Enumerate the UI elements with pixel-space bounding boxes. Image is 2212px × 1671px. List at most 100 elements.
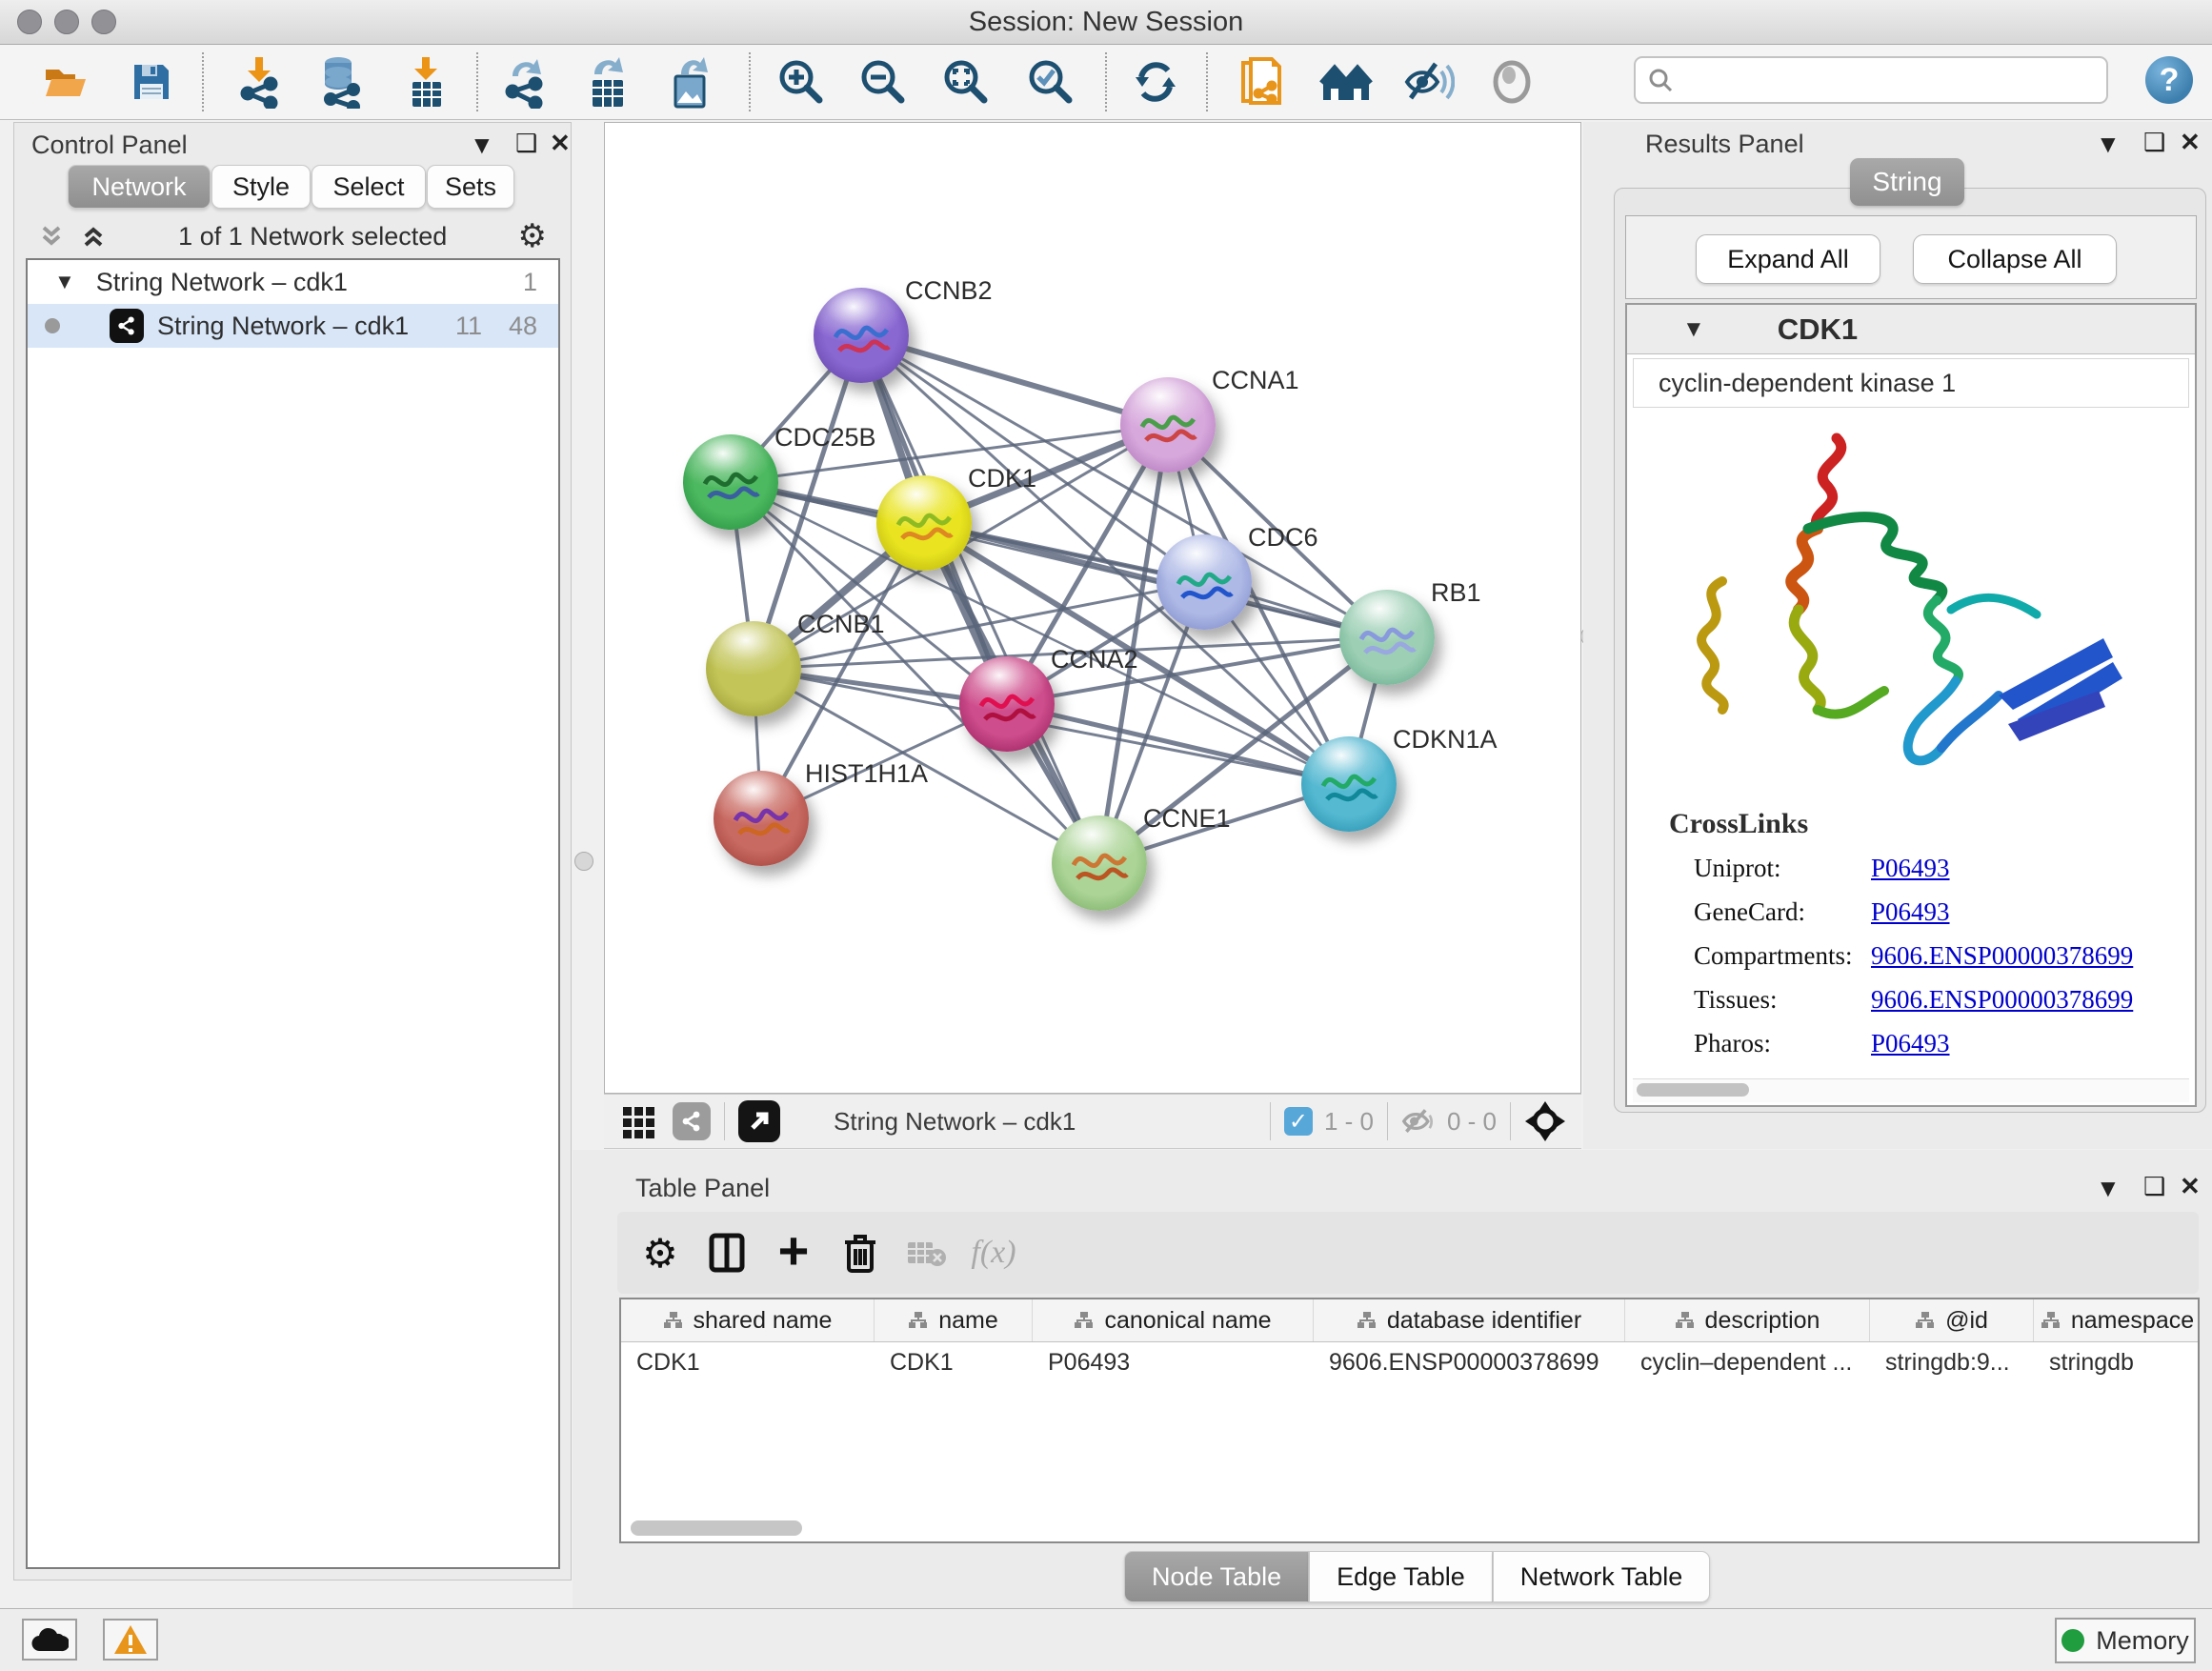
column-header-description[interactable]: description [1625,1299,1870,1341]
panel-menu-icon[interactable]: ▼ [470,131,494,160]
column-header-name[interactable]: name [875,1299,1033,1341]
table-cell[interactable]: CDK1 [621,1342,875,1382]
collapse-all-button[interactable]: Collapse All [1913,234,2117,284]
panel-menu-icon[interactable]: ▼ [2096,130,2121,159]
crosslink-compartments[interactable]: 9606.ENSP00000378699 [1871,941,2133,971]
export-image-icon[interactable] [663,54,718,110]
protein-card-header[interactable]: ▼ CDK1 [1627,305,2195,354]
function-builder-icon[interactable]: f(x) [960,1224,1027,1281]
column-header-shared-name[interactable]: shared name [621,1299,875,1341]
save-session-icon[interactable] [124,54,179,110]
column-header--id[interactable]: @id [1870,1299,2034,1341]
table-cell[interactable]: 9606.ENSP00000378699 [1314,1342,1625,1382]
column-header-database-identifier[interactable]: database identifier [1314,1299,1625,1341]
zoom-selected-icon[interactable] [1023,54,1078,110]
apply-layout-icon[interactable] [1128,54,1183,110]
table-cell[interactable]: stringdb [2034,1342,2200,1382]
panel-close-icon[interactable]: ✕ [550,129,571,158]
string-protein-query-icon[interactable] [1234,54,1289,110]
network-canvas[interactable]: CCNB2CCNA1CDC25BCDK1CDC6RB1CCNB1CCNA2CDK… [604,122,1581,1094]
birdseye-grid-icon[interactable] [621,1103,657,1139]
add-column-icon[interactable]: + [760,1221,827,1284]
highlight-eye-icon[interactable] [1484,54,1539,110]
selected-checkbox-icon[interactable]: ✓ [1284,1107,1313,1136]
collapse-triangle-icon[interactable]: ▼ [1682,316,1705,343]
network-node-cdk1[interactable] [876,475,972,571]
table-cell[interactable]: cyclin–dependent ... [1625,1342,1870,1382]
network-node-ccne1[interactable] [1052,815,1147,911]
expand-all-button[interactable]: Expand All [1696,234,1880,284]
scrollbar-handle[interactable] [631,1520,802,1536]
tab-network-table[interactable]: Network Table [1493,1551,1711,1602]
network-row-selected[interactable]: String Network – cdk1 11 48 [28,304,558,348]
hidden-eye-icon[interactable] [1401,1106,1436,1137]
table-row[interactable]: CDK1CDK1P064939606.ENSP00000378699cyclin… [621,1342,2198,1382]
table-cell[interactable]: stringdb:9... [1870,1342,2034,1382]
network-node-cdc25b[interactable] [683,434,778,530]
tab-string[interactable]: String [1850,158,1964,206]
cloud-button[interactable] [22,1619,77,1661]
import-table-icon[interactable] [398,54,453,110]
open-session-icon[interactable] [38,54,93,110]
crosslink-uniprot[interactable]: P06493 [1871,854,1950,883]
node-table[interactable]: shared namenamecanonical namedatabase id… [619,1298,2200,1543]
open-in-window-icon[interactable] [738,1100,780,1142]
panel-float-icon[interactable]: ❑ [2143,128,2165,157]
network-node-ccna1[interactable] [1120,377,1216,473]
crosslink-tissues[interactable]: 9606.ENSP00000378699 [1871,985,2133,1015]
export-network-icon[interactable] [496,54,552,110]
network-overview-icon[interactable] [1318,54,1374,110]
show-columns-icon[interactable] [694,1224,760,1281]
tab-sets[interactable]: Sets [427,165,514,209]
panel-float-icon[interactable]: ❑ [2143,1172,2165,1201]
network-node-hist1h1a[interactable] [714,771,809,866]
show-hide-icon[interactable] [1401,54,1457,110]
network-node-ccna2[interactable] [959,656,1055,752]
network-node-cdkn1a[interactable] [1301,736,1397,832]
panel-menu-icon[interactable]: ▼ [2096,1174,2121,1203]
tab-style[interactable]: Style [211,165,311,209]
network-node-rb1[interactable] [1339,590,1435,685]
table-cell[interactable]: P06493 [1033,1342,1314,1382]
expand-all-icon[interactable] [79,222,108,251]
search-input[interactable] [1634,56,2108,104]
left-splitter-handle[interactable] [574,852,593,871]
column-header-namespace[interactable]: namespace [2034,1299,2200,1341]
network-node-ccnb2[interactable] [814,288,909,383]
warning-button[interactable] [103,1619,158,1661]
table-horizontal-scrollbar[interactable] [623,1517,2196,1540]
collapse-all-icon[interactable] [37,222,66,251]
network-share-icon[interactable] [673,1102,711,1140]
import-network-file-icon[interactable] [231,54,287,110]
delete-column-icon[interactable] [827,1224,894,1281]
crosslink-label: GeneCard: [1694,897,1805,927]
export-table-icon[interactable] [580,54,635,110]
gear-icon[interactable]: ⚙ [518,217,547,255]
network-collection-row[interactable]: ▼ String Network – cdk1 1 [28,260,558,304]
tab-network[interactable]: Network [68,165,211,209]
column-header-canonical-name[interactable]: canonical name [1033,1299,1314,1341]
fit-selected-crosshair-icon[interactable] [1524,1100,1566,1142]
zoom-fit-icon[interactable] [938,54,994,110]
import-network-database-icon[interactable] [312,54,367,110]
table-cell[interactable]: CDK1 [875,1342,1033,1382]
crosslink-genecard[interactable]: P06493 [1871,897,1950,927]
memory-button[interactable]: Memory [2055,1618,2196,1663]
panel-close-icon[interactable]: ✕ [2180,128,2201,157]
crosslink-pharos[interactable]: P06493 [1871,1029,1950,1058]
collapse-triangle-icon[interactable]: ▼ [54,270,75,294]
zoom-in-icon[interactable] [774,54,829,110]
panel-close-icon[interactable]: ✕ [2180,1172,2201,1201]
panel-float-icon[interactable]: ❑ [515,129,537,158]
tab-node-table[interactable]: Node Table [1124,1551,1309,1602]
tab-edge-table[interactable]: Edge Table [1309,1551,1493,1602]
network-node-ccnb1[interactable] [706,621,801,716]
delete-table-icon[interactable] [894,1224,960,1281]
zoom-out-icon[interactable] [855,54,911,110]
table-settings-gear-icon[interactable]: ⚙ [627,1224,694,1281]
help-button[interactable]: ? [2145,56,2193,104]
results-horizontal-scrollbar[interactable] [1633,1078,2189,1102]
scrollbar-handle[interactable] [1637,1083,1749,1097]
network-node-cdc6[interactable] [1156,534,1252,630]
tab-select[interactable]: Select [312,165,426,209]
